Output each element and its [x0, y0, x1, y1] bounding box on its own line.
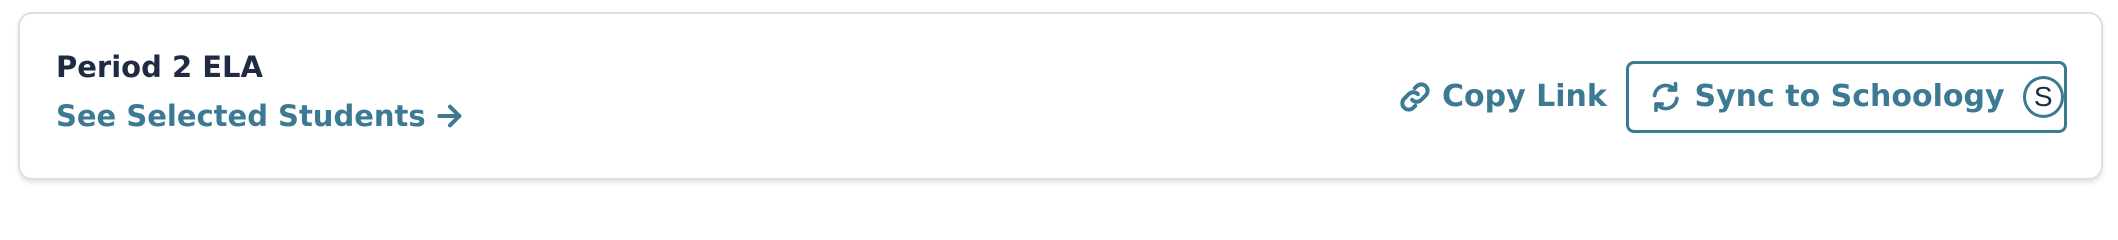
link-icon — [1400, 82, 1430, 112]
copy-link-label: Copy Link — [1442, 79, 1607, 114]
sync-to-schoology-button[interactable]: Sync to Schoology S — [1626, 61, 2067, 133]
refresh-icon — [1652, 81, 1679, 113]
copy-link-button[interactable]: Copy Link — [1398, 80, 1607, 114]
see-selected-students-label: See Selected Students — [56, 98, 426, 133]
sync-to-schoology-label: Sync to Schoology — [1694, 79, 2005, 114]
arrow-right-icon — [436, 104, 461, 128]
class-title: Period 2 ELA — [56, 50, 263, 84]
see-selected-students-link[interactable]: See Selected Students — [56, 100, 466, 132]
class-card: Period 2 ELA See Selected Students Copy … — [18, 12, 2103, 180]
schoology-logo-icon: S — [2022, 76, 2064, 118]
